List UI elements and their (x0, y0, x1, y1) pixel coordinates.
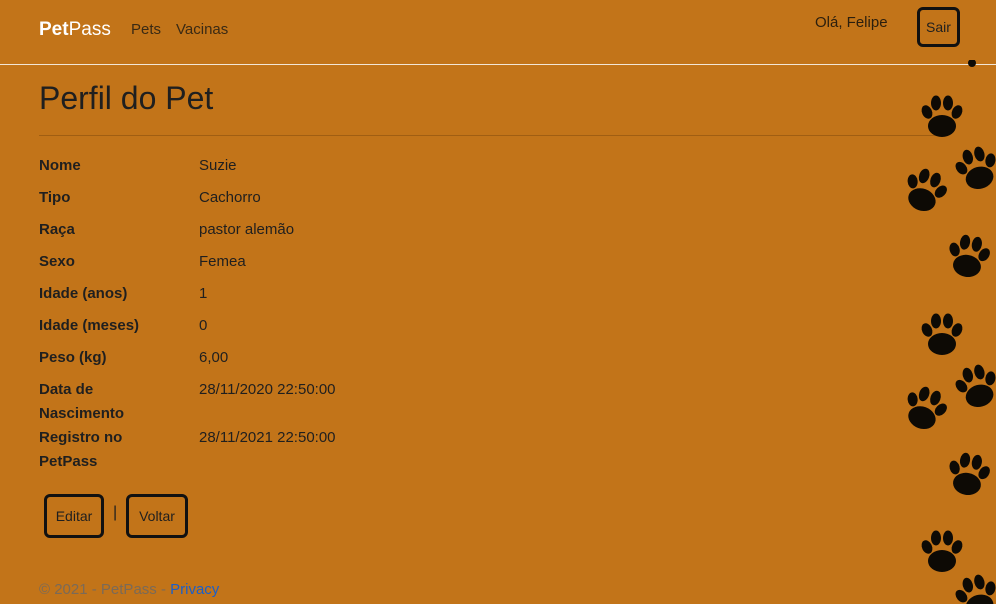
detail-label-idade-anos: Idade (anos) (39, 285, 128, 302)
paw-print-icon (949, 570, 996, 604)
detail-label-nome: Nome (39, 157, 81, 174)
detail-label-sexo: Sexo (39, 253, 75, 270)
paw-print-icon (949, 142, 996, 195)
detail-value-sexo: Femea (199, 253, 246, 270)
detail-label-idade-meses: Idade (meses) (39, 317, 140, 334)
detail-label-registro: Registro no PetPass (39, 429, 123, 470)
paw-print-icon (919, 95, 965, 137)
detail-label-raca: Raça (39, 221, 75, 238)
detail-value-registro: 28/11/2021 22:50:00 (199, 429, 336, 446)
brand-logo[interactable]: PetPass (39, 19, 111, 41)
detail-value-nome: Suzie (199, 157, 237, 174)
paw-print-icon (897, 163, 954, 218)
user-greeting: Olá, Felipe (815, 14, 888, 31)
detail-value-peso: 6,00 (199, 349, 229, 366)
action-separator: | (113, 504, 118, 521)
detail-value-data-nascimento: 28/11/2020 22:50:00 (199, 381, 336, 398)
paw-print-icon (942, 231, 995, 281)
navbar: PetPass Pets Vacinas Olá, Felipe Sair (0, 0, 996, 65)
paw-print-icon (919, 313, 965, 355)
page-title: Perfil do Pet (39, 80, 214, 116)
detail-label-data-nascimento: Data de Nascimento (39, 381, 125, 422)
nav-link-pets[interactable]: Pets (131, 21, 161, 38)
edit-button[interactable]: Editar (44, 494, 104, 538)
detail-value-idade-anos: 1 (199, 285, 208, 302)
detail-label-tipo: Tipo (39, 189, 71, 206)
detail-value-raca: pastor alemão (199, 221, 295, 238)
title-divider (39, 135, 944, 136)
back-button[interactable]: Voltar (126, 494, 188, 538)
nav-link-vacinas[interactable]: Vacinas (176, 21, 228, 38)
privacy-link[interactable]: Privacy (170, 581, 219, 598)
logout-button[interactable]: Sair (917, 7, 960, 47)
paw-print-icon (942, 449, 995, 499)
detail-label-peso: Peso (kg) (39, 349, 107, 366)
paw-fragment-icon (968, 60, 976, 67)
paw-print-icon (949, 360, 996, 413)
detail-value-tipo: Cachorro (199, 189, 261, 206)
footer-copyright: © 2021 - PetPass - (39, 581, 171, 598)
paw-print-icon (897, 381, 954, 436)
footer: © 2021 - PetPass - Privacy (39, 581, 219, 598)
detail-value-idade-meses: 0 (199, 317, 208, 334)
paw-print-decoration (897, 60, 996, 604)
paw-print-icon (919, 530, 965, 572)
